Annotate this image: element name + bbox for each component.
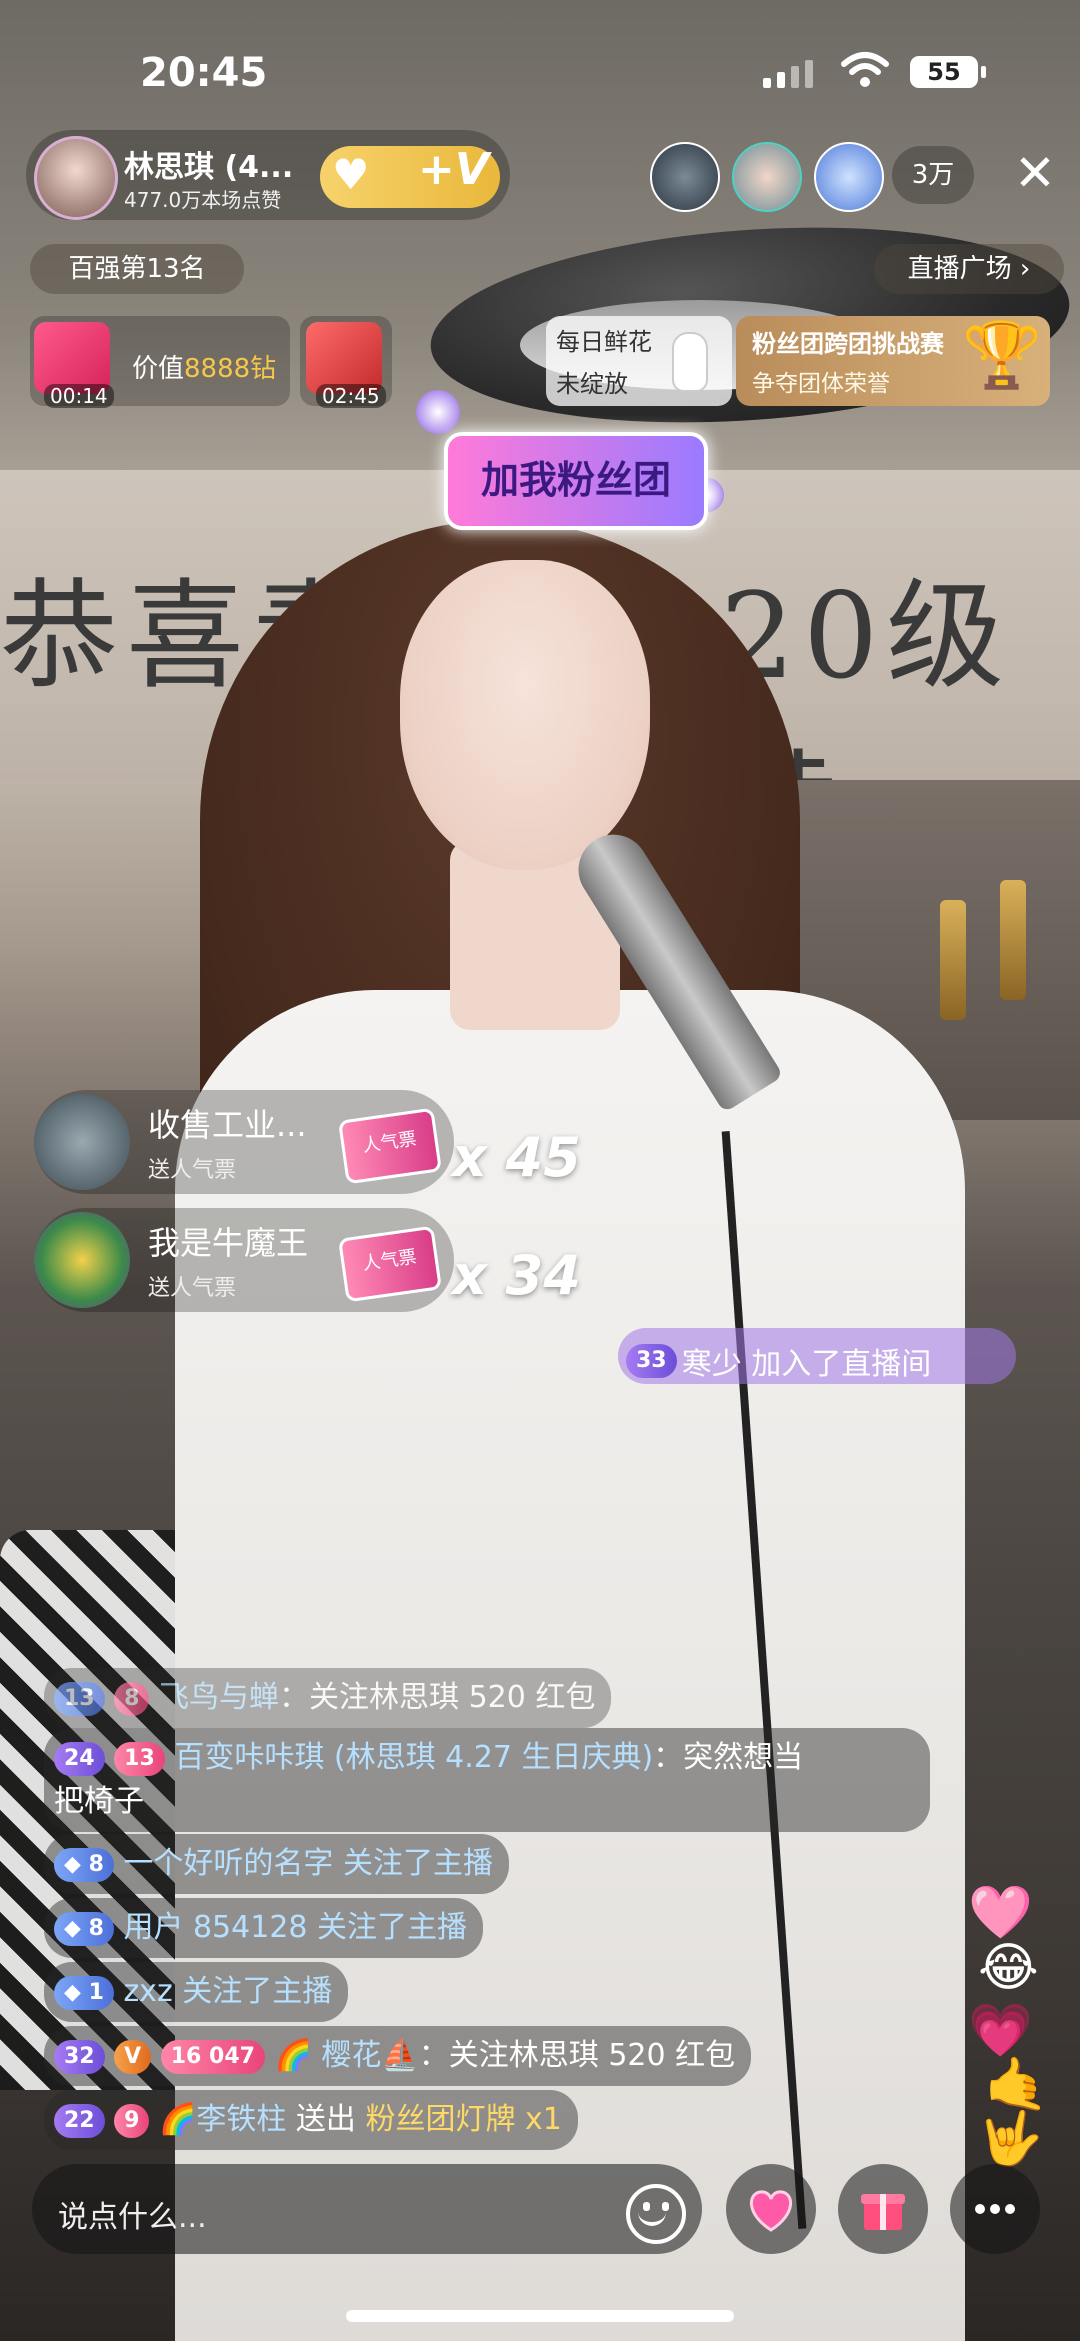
chat-text: 关注了主播 (333, 1846, 493, 1881)
comment-placeholder: 说点什么... (58, 2200, 207, 2235)
gifter-name: 收售工业... (148, 1106, 307, 1144)
chat-message: 24 13 百变咔咔琪 (林思琪 4.27 生日庆典)：突然想当 把椅子 (44, 1728, 930, 1832)
streamer-face (400, 560, 650, 870)
gift-value-label: 价值8888钻 (132, 354, 277, 384)
vase-icon (672, 332, 708, 392)
user-level-badge: ◆ 8 (54, 1847, 114, 1882)
chat-message: ◆ 8 一个好听的名字 关注了主播 (44, 1834, 509, 1894)
heart-float-icon: 💗 (968, 2001, 1033, 2061)
home-indicator[interactable] (346, 2310, 734, 2322)
viewer-avatar[interactable] (650, 142, 720, 212)
chat-text: ：突然想当 (653, 1740, 804, 1775)
chat-text: 关注了主播 (307, 1910, 468, 1945)
viewer-avatar[interactable] (732, 142, 802, 212)
join-notice: 33 寒少 加入了直播间 (618, 1328, 1016, 1384)
viewer-count[interactable]: 3万 (892, 146, 974, 204)
v-badge: V (114, 2039, 152, 2074)
chat-text-continued: 把椅子 (54, 1784, 144, 1819)
chat-action: 送出 (286, 2102, 366, 2137)
chat-username[interactable]: 一个好听的名字 (123, 1846, 333, 1881)
user-level-badge: 33 (626, 1344, 677, 1378)
more-button[interactable] (950, 2164, 1040, 2254)
chat-username[interactable]: 百变咔咔琪 (林思琪 4.27 生日庆典) (174, 1740, 653, 1775)
fan-badge: 16 047 (160, 2039, 265, 2074)
host-name[interactable]: 林思琪 (4... (124, 142, 293, 186)
rank-badge[interactable]: 百强第13名 (30, 244, 244, 294)
viewer-avatar[interactable] (814, 142, 884, 212)
fan-badge: 13 (114, 1741, 165, 1776)
gift-icon (861, 2194, 905, 2230)
host-likes: 477.0万本场点赞 (124, 188, 282, 212)
gift-timer: 02:45 (316, 384, 386, 408)
laugh-float-icon: 😂 (978, 1938, 1039, 1998)
daily-flower-title: 每日鲜花 (556, 328, 652, 356)
live-plaza-link[interactable]: 直播广场 › (874, 244, 1064, 294)
chat-message: 22 9 🌈李铁柱 送出 粉丝团灯牌 x1 (44, 2090, 578, 2150)
floating-reactions: 🩷 😂 💗 🤙 🤟 (968, 1882, 1068, 2182)
trophy-icon: 🏆 (962, 319, 1042, 393)
fan-challenge-subtitle: 争夺团体荣誉 (752, 371, 890, 397)
ticket-gift-icon: 人气票 (338, 1225, 442, 1303)
ticket-gift-icon: 人气票 (338, 1107, 442, 1185)
chat-username[interactable]: zxz (123, 1974, 172, 2009)
chat-gift-qty: x1 (515, 2102, 562, 2137)
user-level-badge: 13 (54, 1681, 105, 1716)
chat-text: ：关注林思琪 520 红包 (279, 1680, 596, 1715)
gift-combo: x 45 (452, 1126, 581, 1189)
join-fanclub-sign[interactable]: 加我粉丝团 (444, 432, 708, 530)
gift-button[interactable] (838, 2164, 928, 2254)
chat-message: ◆ 8 用户 854128 关注了主播 (44, 1898, 484, 1958)
gifter-avatar[interactable] (34, 1212, 130, 1308)
follow-badge: +V (418, 144, 489, 195)
wifi-icon (841, 52, 889, 87)
gifter-name: 我是牛魔王 (148, 1224, 309, 1262)
chat-username[interactable]: 飞鸟与蝉 (159, 1680, 279, 1715)
chat-username[interactable]: 🌈李铁柱 (159, 2102, 286, 2137)
like-button[interactable] (726, 2164, 816, 2254)
user-level-badge: ◆ 1 (54, 1975, 114, 2010)
join-text: 寒少 加入了直播间 (681, 1347, 932, 1382)
chat-username[interactable]: 用户 854128 (123, 1910, 307, 1945)
disco-ball-icon (416, 390, 460, 434)
status-time: 20:45 (140, 50, 268, 96)
chat-text: ：关注林思琪 520 红包 (418, 2038, 736, 2073)
thumbs-up-float-icon: 🤙 (984, 2055, 1049, 2115)
gift-description: 送人气票 (148, 1276, 237, 1301)
chat-message: ◆ 1 zxz 关注了主播 (44, 1962, 349, 2022)
hand-float-icon: 🤟 (978, 2109, 1043, 2169)
battery-icon: 55 (910, 56, 986, 88)
user-level-badge: 32 (54, 2039, 105, 2074)
chat-username[interactable]: 🌈 樱花⛵ (275, 2038, 419, 2073)
fan-badge: 9 (114, 2103, 150, 2138)
heart-icon (750, 2190, 792, 2232)
gifter-avatar[interactable] (34, 1094, 130, 1190)
host-avatar[interactable] (34, 136, 118, 220)
gift-description: 送人气票 (148, 1158, 237, 1183)
chat-message: 32 V 16 047 🌈 樱花⛵：关注林思琪 520 红包 (44, 2026, 752, 2086)
chat-message: 13 8 飞鸟与蝉：关注林思琪 520 红包 (44, 1668, 612, 1728)
gift-timer: 00:14 (44, 384, 114, 408)
close-icon[interactable]: ✕ (1014, 148, 1056, 198)
chat-text: 关注了主播 (172, 1974, 333, 2009)
fan-challenge-title: 粉丝团跨团挑战赛 (752, 330, 944, 358)
user-level-badge: ◆ 8 (54, 1911, 114, 1946)
heart-float-icon: 🩷 (968, 1883, 1033, 1943)
user-level-badge: 22 (54, 2103, 105, 2138)
fan-badge: 8 (114, 1681, 150, 1716)
chat-gift-name: 粉丝团灯牌 (365, 2102, 516, 2137)
cellular-signal-icon (763, 58, 813, 88)
more-icon (975, 2204, 1015, 2214)
daily-flower-status: 未绽放 (556, 370, 628, 398)
user-level-badge: 24 (54, 1741, 105, 1776)
heart-icon: ♥ (332, 150, 370, 199)
status-bar: 20:45 55 (0, 0, 1080, 140)
gift-combo: x 34 (452, 1244, 581, 1307)
